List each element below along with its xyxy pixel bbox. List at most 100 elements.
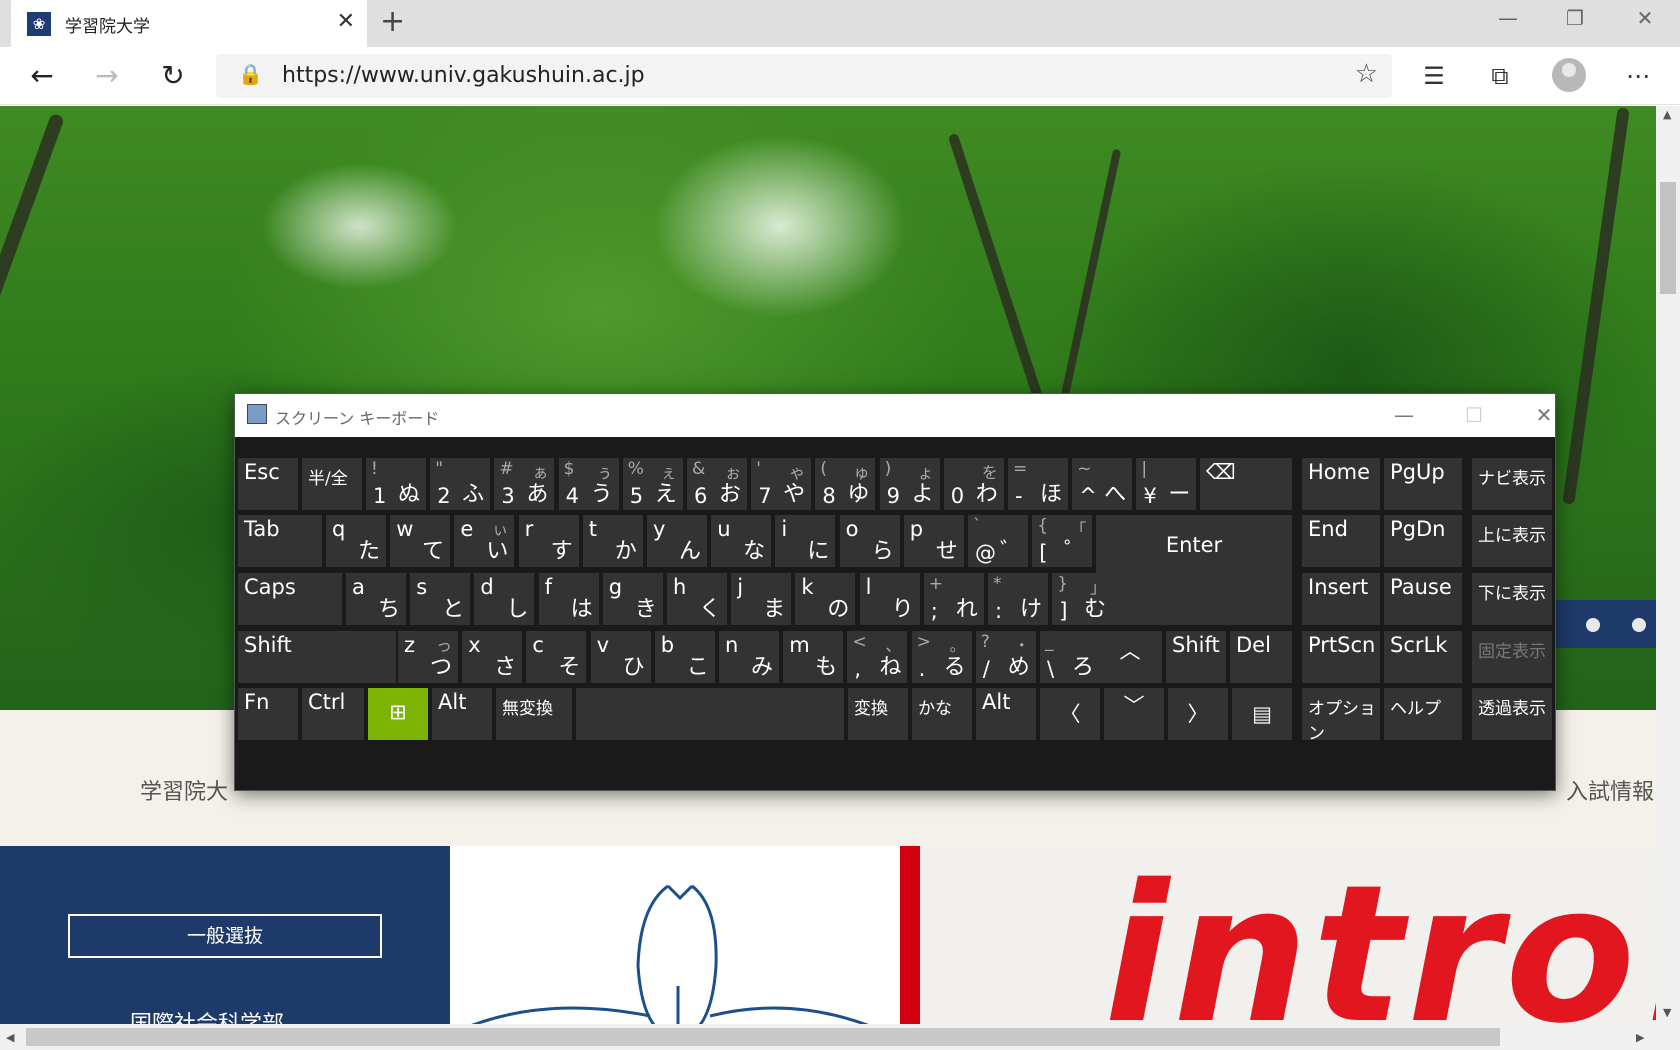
key-r1-3[interactable]: " 2 ふ bbox=[430, 458, 491, 510]
refresh-button[interactable]: ↻ bbox=[153, 57, 193, 95]
key-r1-2[interactable]: ! 1 ぬ bbox=[366, 458, 426, 510]
arrow-down-key[interactable]: ﹀ bbox=[1104, 688, 1164, 740]
collections-icon[interactable]: ⧉ bbox=[1480, 57, 1520, 95]
key-r2-4[interactable]: rす bbox=[518, 515, 579, 567]
key-r1-7[interactable]: & ぉ 6 お bbox=[687, 458, 747, 510]
key-r4-8[interactable]: <、, ね bbox=[847, 631, 908, 683]
osk-minimize-button[interactable]: — bbox=[1381, 400, 1427, 430]
key-help[interactable]: ヘルプ bbox=[1384, 688, 1462, 740]
vertical-scrollbar[interactable]: ▲ ▼ bbox=[1656, 106, 1680, 1024]
key-r2-1[interactable]: qた bbox=[326, 515, 386, 567]
enter-key[interactable]: Enter bbox=[1096, 515, 1292, 625]
key-r3-4[interactable]: fは bbox=[538, 573, 599, 625]
scroll-right-arrow-icon[interactable]: ▶ bbox=[1636, 1031, 1644, 1044]
more-menu-icon[interactable]: ⋯ bbox=[1618, 57, 1658, 95]
key-r4-3[interactable]: cそ bbox=[526, 631, 587, 683]
key-r3-9[interactable]: lり bbox=[859, 573, 920, 625]
osk-maximize-button[interactable]: ☐ bbox=[1451, 400, 1497, 430]
key-r1-5[interactable]: $ ぅ 4 う bbox=[558, 458, 619, 510]
key-prtscn[interactable]: PrtScn bbox=[1302, 631, 1380, 683]
key-r4-4[interactable]: vひ bbox=[590, 631, 651, 683]
key-pgdn[interactable]: PgDn bbox=[1384, 515, 1462, 567]
key-navi[interactable]: ナビ表示 bbox=[1472, 458, 1552, 510]
key-henkan[interactable]: 変換 bbox=[848, 688, 908, 740]
key-r4-1[interactable]: zっつ bbox=[398, 631, 458, 683]
windows-key[interactable]: ⊞ bbox=[368, 688, 428, 740]
key-r3-12[interactable]: }」] む bbox=[1052, 573, 1113, 625]
key-r4-6[interactable]: nみ bbox=[719, 631, 779, 683]
key-hankaku[interactable]: 半/全 bbox=[302, 458, 362, 510]
key-r2-12[interactable]: {「[゜ bbox=[1032, 515, 1093, 567]
key-tab[interactable]: Tab bbox=[238, 515, 322, 567]
arrow-right-key[interactable]: 〉 bbox=[1168, 688, 1228, 740]
key-kana[interactable]: かな bbox=[912, 688, 972, 740]
window-close-button[interactable]: ✕ bbox=[1622, 4, 1668, 32]
key-r3-1[interactable]: aち bbox=[346, 573, 406, 625]
key-r3-3[interactable]: dし bbox=[474, 573, 535, 625]
vertical-scroll-thumb[interactable] bbox=[1660, 182, 1676, 294]
scroll-left-arrow-icon[interactable]: ◀ bbox=[6, 1031, 14, 1044]
key-alt-right[interactable]: Alt bbox=[976, 688, 1036, 740]
key-r1-8[interactable]: ' ゃ 7 や bbox=[751, 458, 812, 510]
horizontal-scrollbar[interactable]: ◀ ▶ bbox=[0, 1024, 1680, 1050]
key-r3-8[interactable]: kの bbox=[795, 573, 856, 625]
back-button[interactable]: ← bbox=[22, 57, 62, 95]
key-del[interactable]: Del bbox=[1230, 631, 1292, 683]
backspace-key[interactable]: ⌫ bbox=[1200, 458, 1292, 510]
key-r1-9[interactable]: (ゅ 8 ゆ bbox=[815, 458, 876, 510]
key-r1-10[interactable]: ) ょ 9 よ bbox=[879, 458, 940, 510]
space-key[interactable] bbox=[576, 688, 844, 740]
general-selection-button[interactable]: 一般選抜 bbox=[68, 914, 382, 958]
new-tab-button[interactable]: + bbox=[380, 6, 405, 38]
key-r1-12[interactable]: = - ほ bbox=[1008, 458, 1068, 510]
window-minimize-button[interactable]: — bbox=[1485, 4, 1531, 32]
key-r1-13[interactable]: ~ ^ へ bbox=[1072, 458, 1133, 510]
key-move-down[interactable]: 下に表示 bbox=[1472, 573, 1552, 625]
key-fade[interactable]: 透過表示 bbox=[1472, 688, 1552, 740]
key-r3-11[interactable]: *: け bbox=[988, 573, 1048, 625]
key-options[interactable]: オプション bbox=[1302, 688, 1380, 744]
key-scrlk[interactable]: ScrLk bbox=[1384, 631, 1462, 683]
key-r2-7[interactable]: uな bbox=[711, 515, 772, 567]
key-shift-left[interactable]: Shift bbox=[238, 631, 396, 683]
key-end[interactable]: End bbox=[1302, 515, 1380, 567]
key-r3-5[interactable]: gき bbox=[602, 573, 663, 625]
browser-tab[interactable]: ❀ 学習院大学 ✕ bbox=[11, 0, 367, 47]
osk-close-button[interactable]: ✕ bbox=[1521, 400, 1567, 430]
menu-key[interactable]: ▤ bbox=[1232, 688, 1292, 740]
address-bar[interactable]: 🔒 https://www.univ.gakushuin.ac.jp ☆ bbox=[216, 54, 1392, 98]
key-r2-5[interactable]: tか bbox=[582, 515, 643, 567]
arrow-left-key[interactable]: 〈 bbox=[1040, 688, 1100, 740]
faculty-label[interactable]: 国際社会科学部 bbox=[130, 1006, 284, 1024]
key-muhenkan[interactable]: 無変換 bbox=[496, 688, 572, 740]
key-r4-7[interactable]: mも bbox=[783, 631, 844, 683]
key-r4-11[interactable]: _ \ ろ bbox=[1040, 631, 1100, 683]
key-r2-8[interactable]: iに bbox=[775, 515, 836, 567]
key-r3-10[interactable]: +; れ bbox=[923, 573, 984, 625]
key-move-up[interactable]: 上に表示 bbox=[1472, 515, 1552, 567]
key-r2-11[interactable]: ` @ ゛ bbox=[968, 515, 1028, 567]
lock-icon[interactable]: 🔒 bbox=[238, 62, 263, 86]
address-url[interactable]: https://www.univ.gakushuin.ac.jp bbox=[282, 63, 645, 88]
key-home[interactable]: Home bbox=[1302, 458, 1380, 510]
key-shift-right[interactable]: Shift bbox=[1166, 631, 1226, 683]
key-pgup[interactable]: PgUp bbox=[1384, 458, 1462, 510]
key-alt-left[interactable]: Alt bbox=[432, 688, 492, 740]
nav-link-university[interactable]: 学習院大 bbox=[140, 774, 228, 806]
key-esc[interactable]: Esc bbox=[238, 458, 298, 510]
key-insert[interactable]: Insert bbox=[1302, 573, 1380, 625]
nav-link-admissions[interactable]: 入試情報 bbox=[1566, 774, 1654, 806]
favorite-star-icon[interactable]: ☆ bbox=[1355, 59, 1378, 89]
key-r2-2[interactable]: wて bbox=[390, 515, 451, 567]
arrow-up-key[interactable]: ︿ bbox=[1098, 631, 1162, 683]
scroll-down-arrow-icon[interactable]: ▼ bbox=[1663, 1006, 1671, 1019]
key-r2-10[interactable]: pせ bbox=[903, 515, 964, 567]
window-restore-button[interactable]: ❐ bbox=[1552, 4, 1598, 32]
key-r3-7[interactable]: jま bbox=[731, 573, 792, 625]
key-pause[interactable]: Pause bbox=[1384, 573, 1462, 625]
key-caps[interactable]: Caps bbox=[238, 573, 342, 625]
slider-dot[interactable] bbox=[1586, 618, 1600, 632]
tab-close-icon[interactable]: ✕ bbox=[337, 10, 355, 34]
on-screen-keyboard-window[interactable]: スクリーン キーボード — ☐ ✕ Esc 半/全! 1 ぬ " 2 ふ # ぁ 3 あ $ ぅ 4 う% ぇ… bbox=[234, 393, 1556, 791]
forward-button[interactable]: → bbox=[87, 57, 127, 95]
